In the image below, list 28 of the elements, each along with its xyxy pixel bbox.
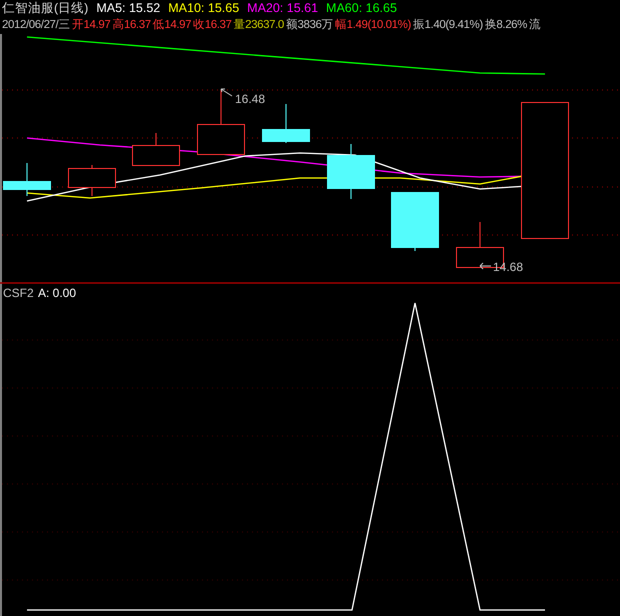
quote-reading: 换8.26% [484,18,528,33]
indicator-name: CSF2 [3,286,34,300]
moving-average-reading: MA10: 15.65 [168,0,240,17]
candlestick [3,162,51,196]
indicator-reading: A: 0.00 [38,286,76,300]
quote-reading: 高16.37 [112,17,151,33]
low-price-label: 14.68 [493,260,524,274]
candlestick [262,104,310,144]
moving-average-reading: MA60: 16.65 [326,0,397,17]
quote-reading: 流 [529,17,541,33]
quote-reading: 量23637.0 [234,18,284,33]
candlestick [132,132,180,166]
moving-average-reading: MA5: 15.52 [96,0,160,17]
quote-reading: 幅1.49(10.01%) [335,18,411,33]
date-label: 2012/06/27/三 [2,18,70,33]
quote-reading: 开14.97 [72,18,110,33]
high-price-label: 16.48 [235,92,266,106]
moving-average-reading: MA20: 15.61 [247,0,318,17]
quote-reading: 收16.37 [193,18,232,33]
quote-reading: 低14.97 [152,18,192,33]
candlestick [68,164,116,196]
quote-reading: 额3836万 [286,18,334,33]
candlestick [327,144,375,200]
quote-reading: 振1.40(9.41%) [412,18,483,33]
pointer-arrow-icon [480,262,492,270]
pointer-arrow-icon [220,88,232,96]
chart-title: 仁智油服(日线) [2,0,88,17]
candlestick [391,192,439,252]
